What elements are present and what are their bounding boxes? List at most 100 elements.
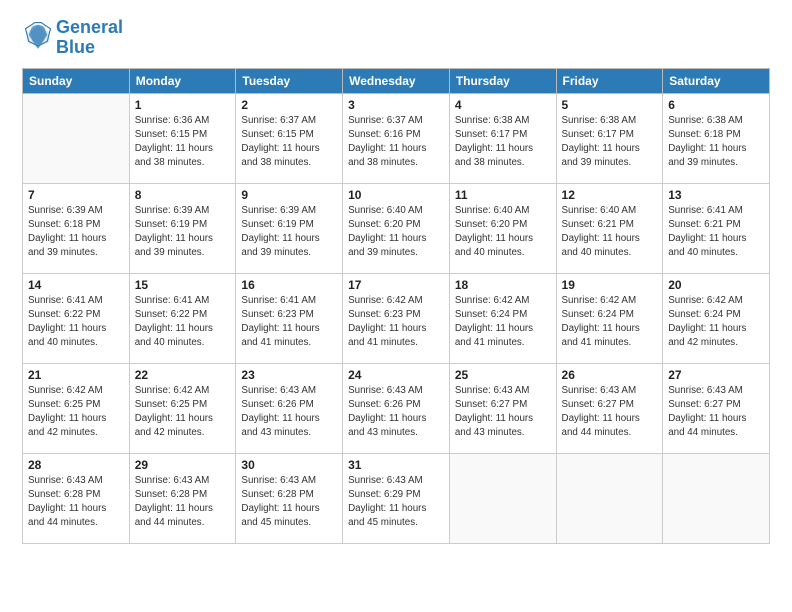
day-number: 15: [135, 278, 231, 292]
day-number: 5: [562, 98, 658, 112]
day-number: 8: [135, 188, 231, 202]
calendar-cell: [449, 453, 556, 543]
calendar-cell: 19 Sunrise: 6:42 AMSunset: 6:24 PMDayligh…: [556, 273, 663, 363]
calendar-cell: 31 Sunrise: 6:43 AMSunset: 6:29 PMDayligh…: [343, 453, 450, 543]
day-number: 28: [28, 458, 124, 472]
day-info: Sunrise: 6:36 AMSunset: 6:15 PMDaylight:…: [135, 114, 231, 171]
day-number: 7: [28, 188, 124, 202]
day-number: 17: [348, 278, 444, 292]
day-info: Sunrise: 6:43 AMSunset: 6:28 PMDaylight:…: [135, 474, 231, 531]
day-number: 26: [562, 368, 658, 382]
day-info: Sunrise: 6:41 AMSunset: 6:22 PMDaylight:…: [28, 294, 124, 351]
day-info: Sunrise: 6:43 AMSunset: 6:29 PMDaylight:…: [348, 474, 444, 531]
day-number: 18: [455, 278, 551, 292]
weekday-header-thursday: Thursday: [449, 68, 556, 93]
page: General Blue SundayMondayTuesdayWednesda…: [0, 0, 792, 612]
header: General Blue: [22, 18, 770, 58]
calendar-cell: 11 Sunrise: 6:40 AMSunset: 6:20 PMDayligh…: [449, 183, 556, 273]
day-info: Sunrise: 6:40 AMSunset: 6:20 PMDaylight:…: [455, 204, 551, 261]
day-info: Sunrise: 6:40 AMSunset: 6:20 PMDaylight:…: [348, 204, 444, 261]
calendar-week-row: 1 Sunrise: 6:36 AMSunset: 6:15 PMDaylight…: [23, 93, 770, 183]
day-number: 19: [562, 278, 658, 292]
day-info: Sunrise: 6:40 AMSunset: 6:21 PMDaylight:…: [562, 204, 658, 261]
day-info: Sunrise: 6:42 AMSunset: 6:24 PMDaylight:…: [562, 294, 658, 351]
calendar-week-row: 21 Sunrise: 6:42 AMSunset: 6:25 PMDayligh…: [23, 363, 770, 453]
day-number: 9: [241, 188, 337, 202]
day-number: 1: [135, 98, 231, 112]
day-number: 24: [348, 368, 444, 382]
calendar-cell: 5 Sunrise: 6:38 AMSunset: 6:17 PMDaylight…: [556, 93, 663, 183]
day-number: 30: [241, 458, 337, 472]
calendar-cell: 14 Sunrise: 6:41 AMSunset: 6:22 PMDayligh…: [23, 273, 130, 363]
day-info: Sunrise: 6:38 AMSunset: 6:17 PMDaylight:…: [562, 114, 658, 171]
day-number: 27: [668, 368, 764, 382]
day-info: Sunrise: 6:38 AMSunset: 6:17 PMDaylight:…: [455, 114, 551, 171]
day-info: Sunrise: 6:42 AMSunset: 6:25 PMDaylight:…: [28, 384, 124, 441]
logo-line2: Blue: [56, 38, 123, 58]
calendar-cell: 9 Sunrise: 6:39 AMSunset: 6:19 PMDaylight…: [236, 183, 343, 273]
day-number: 12: [562, 188, 658, 202]
calendar-cell: 29 Sunrise: 6:43 AMSunset: 6:28 PMDayligh…: [129, 453, 236, 543]
day-info: Sunrise: 6:43 AMSunset: 6:26 PMDaylight:…: [348, 384, 444, 441]
calendar-cell: 8Sunrise: 6:39 AMSunset: 6:19 PMDaylight…: [129, 183, 236, 273]
day-number: 14: [28, 278, 124, 292]
day-number: 11: [455, 188, 551, 202]
day-info: Sunrise: 6:41 AMSunset: 6:21 PMDaylight:…: [668, 204, 764, 261]
calendar-cell: 25 Sunrise: 6:43 AMSunset: 6:27 PMDayligh…: [449, 363, 556, 453]
day-info: Sunrise: 6:42 AMSunset: 6:25 PMDaylight:…: [135, 384, 231, 441]
logo-icon: [24, 21, 52, 49]
day-number: 25: [455, 368, 551, 382]
calendar-cell: 24 Sunrise: 6:43 AMSunset: 6:26 PMDayligh…: [343, 363, 450, 453]
day-number: 3: [348, 98, 444, 112]
calendar-cell: [23, 93, 130, 183]
day-info: Sunrise: 6:42 AMSunset: 6:24 PMDaylight:…: [455, 294, 551, 351]
day-number: 22: [135, 368, 231, 382]
weekday-header-tuesday: Tuesday: [236, 68, 343, 93]
calendar-cell: 15Sunrise: 6:41 AMSunset: 6:22 PMDayligh…: [129, 273, 236, 363]
calendar-cell: 7 Sunrise: 6:39 AMSunset: 6:18 PMDaylight…: [23, 183, 130, 273]
weekday-header-monday: Monday: [129, 68, 236, 93]
day-info: Sunrise: 6:43 AMSunset: 6:27 PMDaylight:…: [455, 384, 551, 441]
day-info: Sunrise: 6:37 AMSunset: 6:15 PMDaylight:…: [241, 114, 337, 171]
day-number: 16: [241, 278, 337, 292]
day-number: 10: [348, 188, 444, 202]
day-info: Sunrise: 6:43 AMSunset: 6:28 PMDaylight:…: [241, 474, 337, 531]
calendar-cell: 21 Sunrise: 6:42 AMSunset: 6:25 PMDayligh…: [23, 363, 130, 453]
day-info: Sunrise: 6:43 AMSunset: 6:27 PMDaylight:…: [562, 384, 658, 441]
weekday-header-saturday: Saturday: [663, 68, 770, 93]
day-info: Sunrise: 6:43 AMSunset: 6:27 PMDaylight:…: [668, 384, 764, 441]
weekday-header-wednesday: Wednesday: [343, 68, 450, 93]
calendar-cell: [663, 453, 770, 543]
day-number: 13: [668, 188, 764, 202]
day-number: 2: [241, 98, 337, 112]
day-number: 21: [28, 368, 124, 382]
day-info: Sunrise: 6:38 AMSunset: 6:18 PMDaylight:…: [668, 114, 764, 171]
day-number: 6: [668, 98, 764, 112]
day-number: 4: [455, 98, 551, 112]
calendar-cell: 22 Sunrise: 6:42 AMSunset: 6:25 PMDayligh…: [129, 363, 236, 453]
calendar-cell: [556, 453, 663, 543]
calendar-cell: 12 Sunrise: 6:40 AMSunset: 6:21 PMDayligh…: [556, 183, 663, 273]
calendar-week-row: 14 Sunrise: 6:41 AMSunset: 6:22 PMDayligh…: [23, 273, 770, 363]
calendar-cell: 2 Sunrise: 6:37 AMSunset: 6:15 PMDaylight…: [236, 93, 343, 183]
day-number: 29: [135, 458, 231, 472]
calendar-cell: 30 Sunrise: 6:43 AMSunset: 6:28 PMDayligh…: [236, 453, 343, 543]
calendar-cell: 20Sunrise: 6:42 AMSunset: 6:24 PMDayligh…: [663, 273, 770, 363]
calendar-cell: 13 Sunrise: 6:41 AMSunset: 6:21 PMDayligh…: [663, 183, 770, 273]
day-number: 31: [348, 458, 444, 472]
calendar-cell: 10 Sunrise: 6:40 AMSunset: 6:20 PMDayligh…: [343, 183, 450, 273]
logo-line1: General: [56, 18, 123, 38]
day-info: Sunrise: 6:39 AMSunset: 6:19 PMDaylight:…: [241, 204, 337, 261]
calendar-cell: 4 Sunrise: 6:38 AMSunset: 6:17 PMDaylight…: [449, 93, 556, 183]
calendar-cell: 17 Sunrise: 6:42 AMSunset: 6:23 PMDayligh…: [343, 273, 450, 363]
calendar-cell: 28 Sunrise: 6:43 AMSunset: 6:28 PMDayligh…: [23, 453, 130, 543]
weekday-header-sunday: Sunday: [23, 68, 130, 93]
calendar-cell: 18 Sunrise: 6:42 AMSunset: 6:24 PMDayligh…: [449, 273, 556, 363]
day-info: Sunrise: 6:42 AMSunset: 6:23 PMDaylight:…: [348, 294, 444, 351]
calendar-cell: 16Sunrise: 6:41 AMSunset: 6:23 PMDayligh…: [236, 273, 343, 363]
calendar-week-row: 7 Sunrise: 6:39 AMSunset: 6:18 PMDaylight…: [23, 183, 770, 273]
day-info: Sunrise: 6:43 AMSunset: 6:28 PMDaylight:…: [28, 474, 124, 531]
calendar-cell: 27 Sunrise: 6:43 AMSunset: 6:27 PMDayligh…: [663, 363, 770, 453]
day-info: Sunrise: 6:39 AMSunset: 6:18 PMDaylight:…: [28, 204, 124, 261]
calendar-table: SundayMondayTuesdayWednesdayThursdayFrid…: [22, 68, 770, 544]
